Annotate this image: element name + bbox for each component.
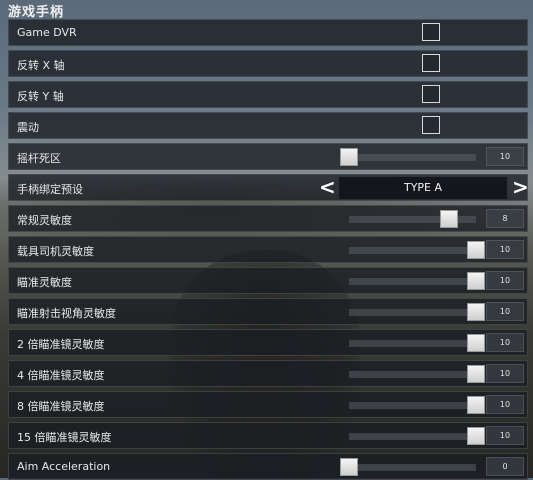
setting-row-general-sensitivity: 常规灵敏度 8 [8, 205, 528, 232]
invert-x-checkbox[interactable] [422, 54, 440, 72]
aim-acceleration-slider-thumb[interactable] [340, 458, 358, 476]
setting-label: 震动 [17, 121, 39, 134]
stick-deadzone-value-field[interactable]: 10 [486, 147, 524, 166]
setting-label: 瞄准射击视角灵敏度 [17, 307, 116, 320]
general-sensitivity-value-field[interactable]: 8 [486, 209, 524, 228]
setting-row-stick-deadzone: 摇杆死区 10 [8, 143, 528, 170]
aim-acceleration-value-field[interactable]: 0 [486, 457, 524, 476]
setting-row-scope-15x-sensitivity: 15 倍瞄准镜灵敏度 10 [8, 422, 528, 449]
preset-selector-value: TYPE A [339, 177, 507, 199]
setting-label: 常规灵敏度 [17, 214, 72, 227]
scope-2x-sensitivity-slider-thumb[interactable] [467, 334, 485, 352]
scope-2x-sensitivity-slider-track[interactable] [349, 334, 485, 352]
scope-4x-sensitivity-slider-thumb[interactable] [467, 365, 485, 383]
aim-sensitivity-slider-thumb[interactable] [467, 272, 485, 290]
setting-row-vibration: 震动 [8, 112, 528, 139]
setting-label: Game DVR [17, 26, 77, 39]
setting-label: Aim Acceleration [17, 460, 111, 473]
invert-y-checkbox[interactable] [422, 85, 440, 103]
scope-4x-sensitivity-value-field[interactable]: 10 [486, 364, 524, 383]
scope-4x-sensitivity-slider-track[interactable] [349, 365, 485, 383]
setting-label: 载具司机灵敏度 [17, 245, 94, 258]
setting-label: 2 倍瞄准镜灵敏度 [17, 338, 105, 351]
setting-row-invert-y: 反转 Y 轴 [8, 81, 528, 108]
chevron-left-icon[interactable]: < [319, 176, 336, 198]
setting-row-scope-4x-sensitivity: 4 倍瞄准镜灵敏度 10 [8, 360, 528, 387]
setting-label: 15 倍瞄准镜灵敏度 [17, 431, 112, 444]
aim-sensitivity-value-field[interactable]: 10 [486, 271, 524, 290]
vehicle-driver-sensitivity-slider-track[interactable] [349, 241, 485, 259]
setting-row-vehicle-driver-sensitivity: 载具司机灵敏度 10 [8, 236, 528, 263]
setting-row-scope-2x-sensitivity: 2 倍瞄准镜灵敏度 10 [8, 329, 528, 356]
scope-8x-sensitivity-slider-thumb[interactable] [467, 396, 485, 414]
scope-8x-sensitivity-value-field[interactable]: 10 [486, 395, 524, 414]
scope-8x-sensitivity-slider-track[interactable] [349, 396, 485, 414]
scope-2x-sensitivity-value-field[interactable]: 10 [486, 333, 524, 352]
chevron-right-icon[interactable]: > [512, 176, 529, 198]
stick-deadzone-slider-track[interactable] [340, 148, 476, 166]
setting-label: 手柄绑定预设 [17, 183, 83, 196]
aim-acceleration-slider-track[interactable] [340, 458, 476, 476]
setting-label: 8 倍瞄准镜灵敏度 [17, 400, 105, 413]
aim-sensitivity-slider-track[interactable] [349, 272, 485, 290]
general-sensitivity-slider-thumb[interactable] [440, 210, 459, 228]
stick-deadzone-slider-thumb[interactable] [340, 148, 358, 166]
setting-row-controller-preset: 手柄绑定预设 < TYPE A > [8, 174, 529, 201]
game-dvr-checkbox[interactable] [422, 23, 440, 41]
setting-row-aim-sensitivity: 瞄准灵敏度 10 [8, 267, 528, 294]
setting-label: 4 倍瞄准镜灵敏度 [17, 369, 105, 382]
setting-row-ads-sensitivity: 瞄准射击视角灵敏度 10 [8, 298, 528, 325]
setting-label: 反转 X 轴 [17, 59, 65, 72]
ads-sensitivity-value-field[interactable]: 10 [486, 302, 524, 321]
vibration-checkbox[interactable] [422, 116, 440, 134]
section-title: 游戏手柄 [8, 5, 65, 20]
setting-row-scope-8x-sensitivity: 8 倍瞄准镜灵敏度 10 [8, 391, 528, 418]
setting-row-invert-x: 反转 X 轴 [8, 50, 528, 77]
vehicle-driver-sensitivity-value-field[interactable]: 10 [486, 240, 524, 259]
setting-row-game-dvr: Game DVR [8, 19, 528, 46]
setting-label: 瞄准灵敏度 [17, 276, 72, 289]
setting-label: 摇杆死区 [17, 152, 61, 165]
vehicle-driver-sensitivity-slider-thumb[interactable] [467, 241, 485, 259]
general-sensitivity-slider-track[interactable] [349, 210, 476, 228]
setting-label: 反转 Y 轴 [17, 90, 64, 103]
ads-sensitivity-slider-track[interactable] [349, 303, 485, 321]
scope-15x-sensitivity-slider-thumb[interactable] [467, 427, 485, 445]
ads-sensitivity-slider-thumb[interactable] [467, 303, 485, 321]
scope-15x-sensitivity-value-field[interactable]: 10 [486, 426, 524, 445]
setting-row-aim-acceleration: Aim Acceleration 0 [8, 453, 528, 480]
scope-15x-sensitivity-slider-track[interactable] [349, 427, 485, 445]
